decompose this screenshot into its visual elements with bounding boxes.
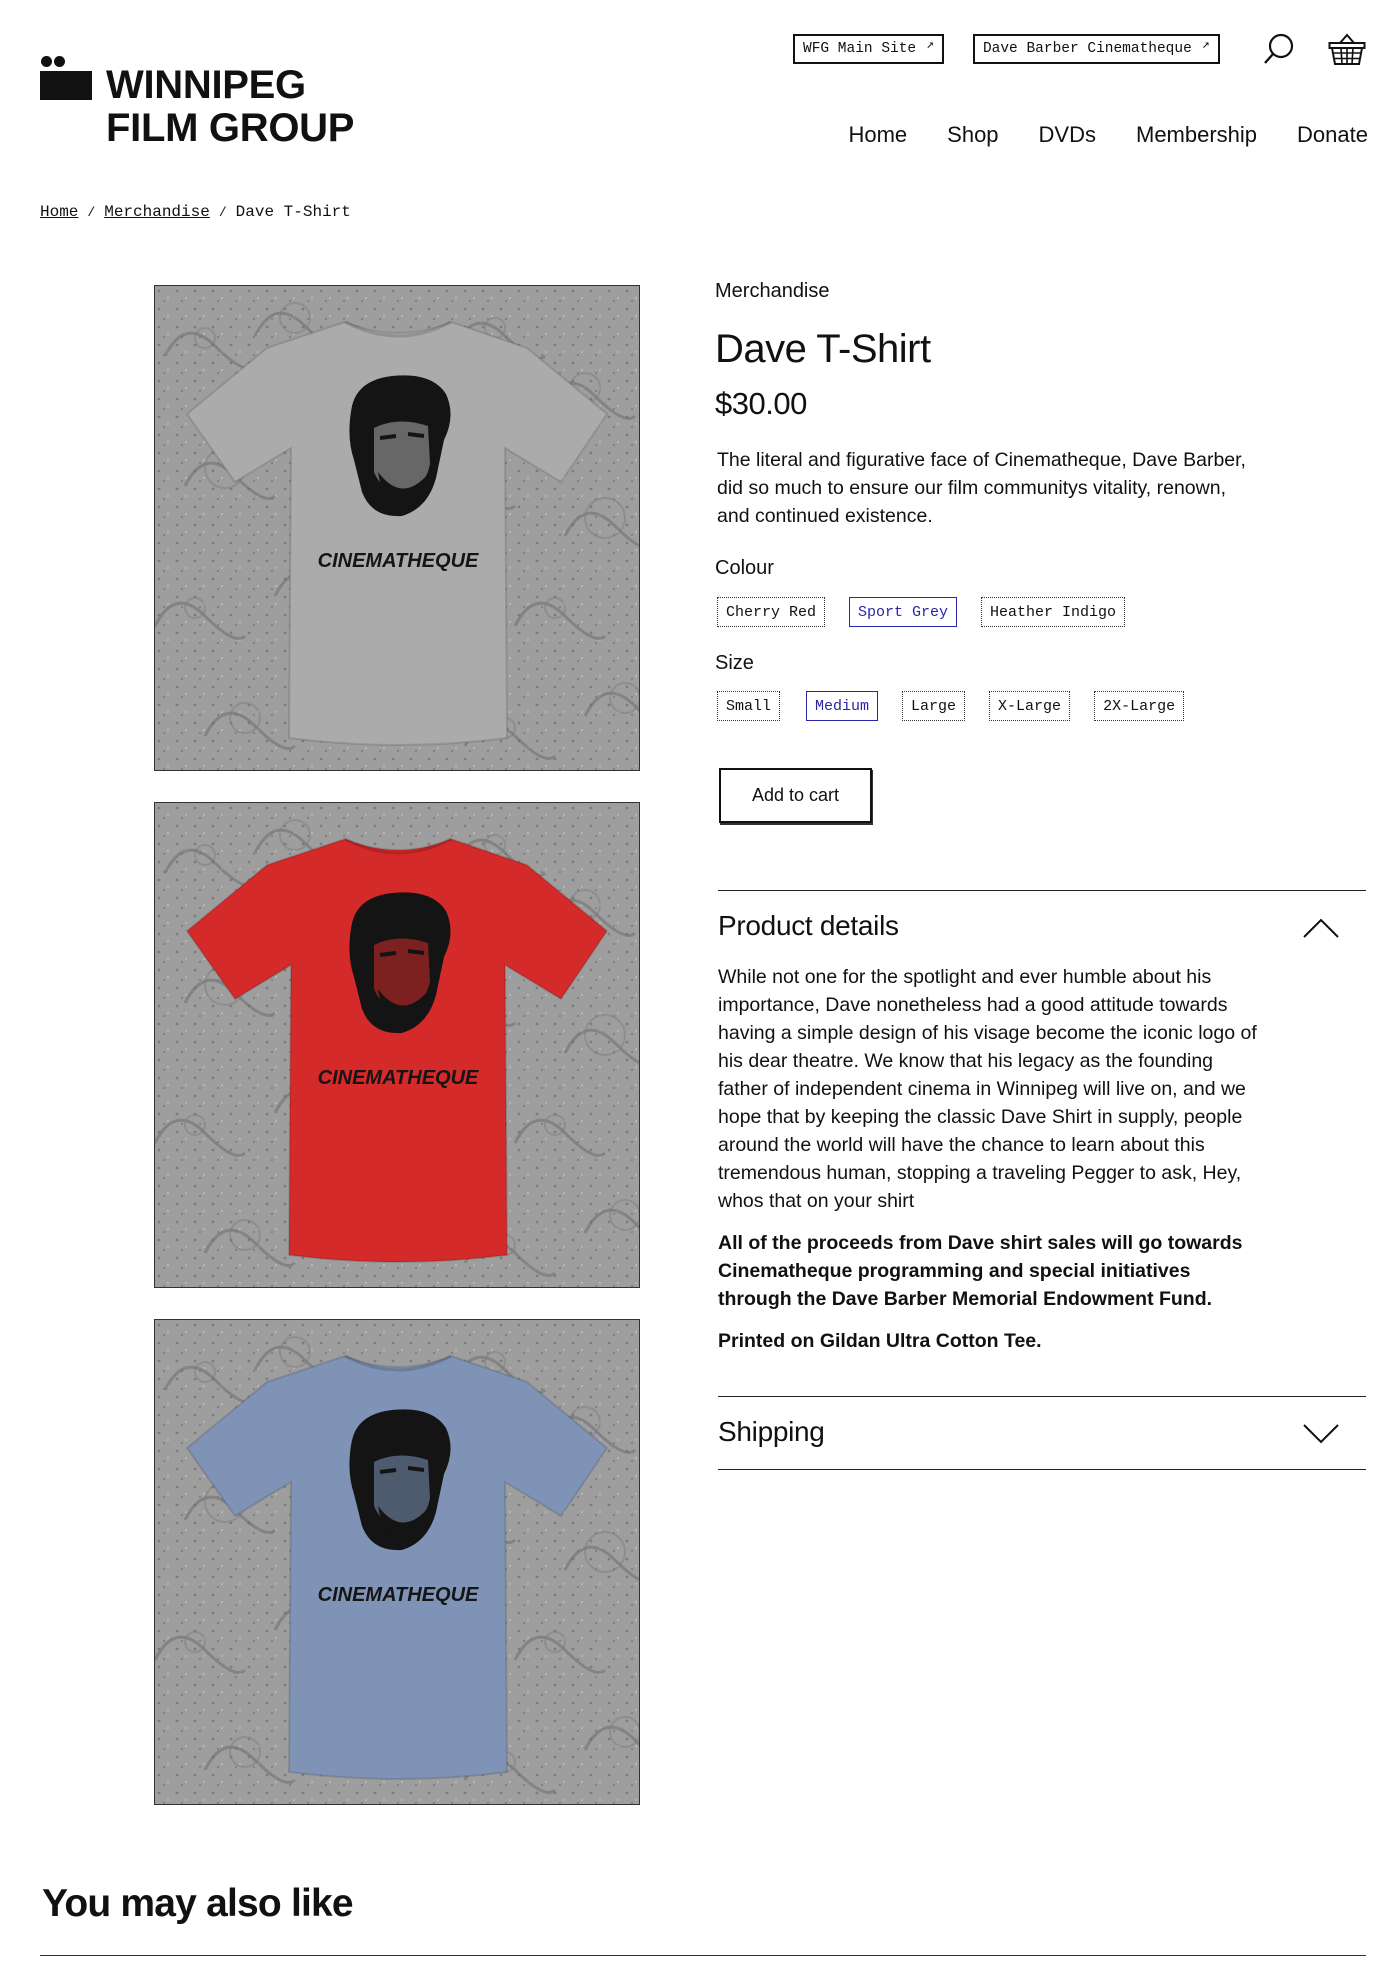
svg-text:CINEMATHEQUE: CINEMATHEQUE — [318, 550, 479, 572]
product-price: $30.00 — [715, 386, 807, 421]
colour-option-cherry-red[interactable]: Cherry Red — [717, 597, 826, 627]
breadcrumb-separator: / — [218, 204, 227, 220]
product-image-grey[interactable]: CINEMATHEQUE — [154, 285, 640, 771]
size-option-large[interactable]: Large — [902, 691, 966, 721]
ext-link-label: WFG Main Site — [803, 41, 917, 57]
logo-line-1: WINNIPEG — [106, 63, 306, 107]
logo-mark-icon — [40, 56, 92, 116]
external-arrow-icon: ↗ — [926, 37, 934, 52]
cinematheque-link[interactable]: Dave Barber Cinematheque ↗ — [972, 34, 1220, 64]
divider — [718, 1396, 1366, 1397]
site-logo[interactable]: WINNIPEG FILM GROUP — [40, 56, 354, 150]
svg-text:CINEMATHEQUE: CINEMATHEQUE — [318, 1067, 479, 1089]
size-label: Size — [715, 652, 754, 674]
chevron-up-icon[interactable] — [1302, 917, 1340, 939]
product-description: The literal and figurative face of Cinem… — [717, 449, 1246, 527]
tshirt-illustration: CINEMATHEQUE — [155, 1320, 639, 1804]
printed-on-note: Printed on Gildan Ultra Cotton Tee. — [718, 1330, 1042, 1352]
nav-shop[interactable]: Shop — [947, 122, 998, 148]
nav-home[interactable]: Home — [848, 122, 907, 148]
proceeds-note: All of the proceeds from Dave shirt sale… — [718, 1232, 1243, 1310]
logo-text: WINNIPEG FILM GROUP — [106, 64, 354, 150]
product-title: Dave T-Shirt — [715, 327, 931, 371]
size-option-x-large[interactable]: X-Large — [989, 691, 1071, 721]
breadcrumb-current: Dave T-Shirt — [235, 203, 351, 221]
product-image-indigo[interactable]: CINEMATHEQUE — [154, 1319, 640, 1805]
breadcrumb: Home / Merchandise / Dave T-Shirt — [40, 203, 351, 221]
nav-dvds[interactable]: DVDs — [1039, 122, 1096, 148]
external-links: WFG Main Site ↗ Dave Barber Cinematheque… — [793, 34, 1220, 64]
shipping-heading[interactable]: Shipping — [718, 1416, 825, 1448]
ext-link-label: Dave Barber Cinematheque — [982, 41, 1192, 57]
product-details-heading[interactable]: Product details — [718, 910, 899, 942]
colour-options: Cherry Red Sport Grey Heather Indigo — [717, 597, 1126, 627]
chevron-down-icon[interactable] — [1302, 1423, 1340, 1445]
product-image-red[interactable]: CINEMATHEQUE — [154, 802, 640, 1288]
colour-option-sport-grey[interactable]: Sport Grey — [849, 597, 958, 627]
external-arrow-icon: ↗ — [1201, 37, 1210, 52]
add-to-cart-button[interactable]: Add to cart — [719, 768, 872, 823]
size-option-2x-large[interactable]: 2X-Large — [1094, 691, 1185, 721]
svg-text:CINEMATHEQUE: CINEMATHEQUE — [318, 1584, 479, 1606]
size-option-small[interactable]: Small — [717, 691, 781, 721]
related-products-heading: You may also like — [42, 1882, 354, 1925]
search-icon[interactable] — [1262, 32, 1296, 66]
breadcrumb-separator: / — [87, 204, 96, 220]
main-nav: Home Shop DVDs Membership Donate — [848, 122, 1368, 148]
colour-label: Colour — [715, 557, 774, 579]
divider — [40, 1955, 1366, 1956]
logo-line-2: FILM GROUP — [106, 106, 355, 150]
product-category: Merchandise — [715, 280, 830, 302]
wfg-main-site-link[interactable]: WFG Main Site ↗ — [793, 34, 944, 64]
divider — [718, 1469, 1366, 1470]
tshirt-illustration: CINEMATHEQUE — [155, 803, 639, 1287]
breadcrumb-home[interactable]: Home — [40, 203, 78, 221]
nav-donate[interactable]: Donate — [1297, 122, 1368, 148]
size-options: Small Medium Large X-Large 2X-Large — [717, 691, 1185, 721]
colour-option-heather-indigo[interactable]: Heather Indigo — [981, 597, 1126, 627]
basket-icon[interactable] — [1328, 32, 1366, 66]
nav-membership[interactable]: Membership — [1136, 122, 1257, 148]
breadcrumb-merchandise[interactable]: Merchandise — [104, 203, 210, 221]
divider — [718, 890, 1366, 891]
size-option-medium[interactable]: Medium — [806, 691, 879, 721]
product-details-body: While not one for the spotlight and ever… — [718, 966, 1257, 1212]
tshirt-illustration: CINEMATHEQUE — [155, 286, 639, 770]
